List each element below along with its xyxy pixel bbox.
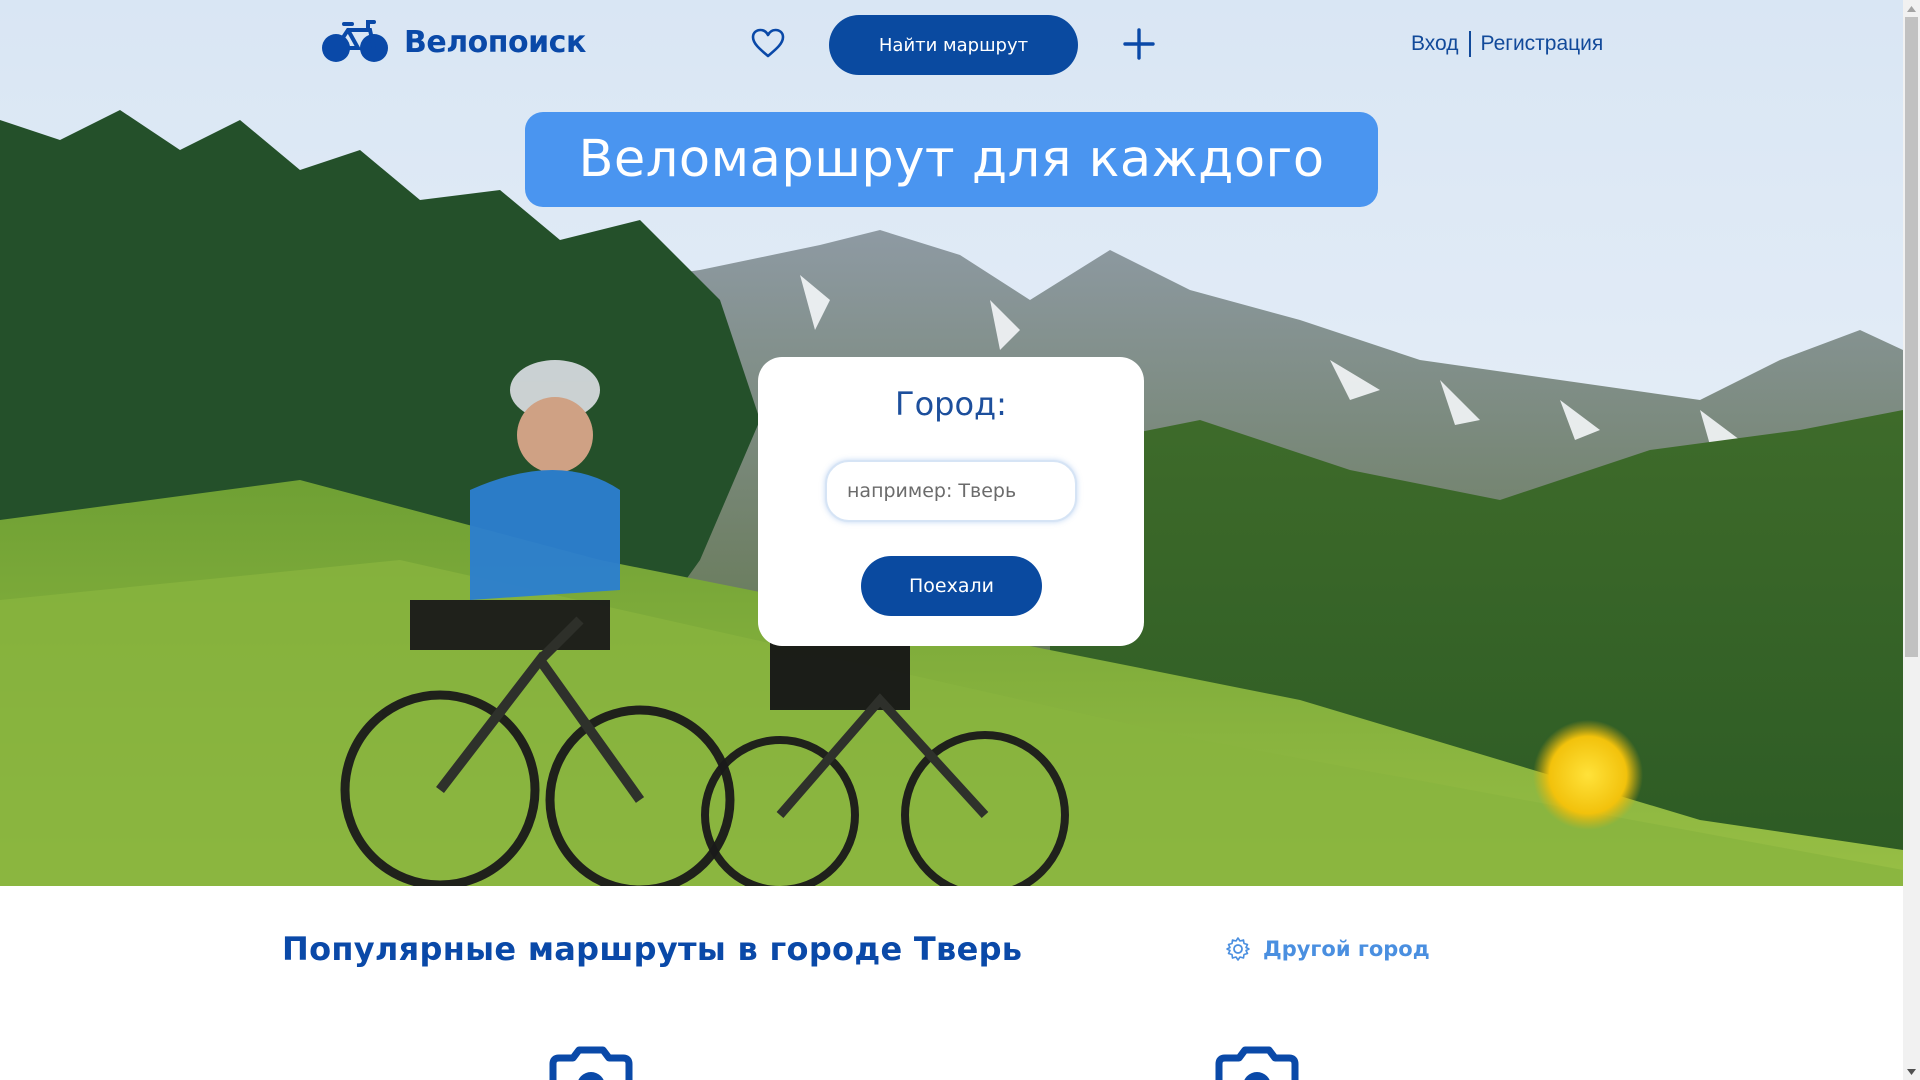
auth-divider — [1468, 31, 1471, 57]
logo-text: Велопоиск — [404, 24, 586, 60]
bicycle-logo-icon — [322, 20, 388, 62]
auth-links: Вход Регистрация — [1411, 31, 1603, 57]
gear-icon — [1226, 937, 1250, 961]
page: Велопоиск Найти маршрут Вход Регистрация… — [0, 0, 1903, 1080]
login-link[interactable]: Вход — [1411, 32, 1459, 56]
go-button[interactable]: Поехали — [861, 556, 1042, 616]
city-search-card: Город: Поехали — [758, 357, 1144, 646]
site-logo[interactable]: Велопоиск — [322, 20, 586, 64]
page-scrollbar[interactable] — [1903, 0, 1920, 1080]
other-city-label: Другой город — [1263, 937, 1430, 961]
scrollbar-thumb[interactable] — [1905, 17, 1918, 657]
find-route-button[interactable]: Найти маршрут — [829, 15, 1078, 75]
city-label: Город: — [895, 385, 1007, 423]
plus-icon[interactable] — [1123, 28, 1155, 60]
camera-icon — [549, 1046, 633, 1080]
site-header: Велопоиск Найти маршрут Вход Регистрация — [0, 0, 1903, 90]
scroll-down-arrow-icon[interactable] — [1903, 1063, 1920, 1080]
hero-title: Веломаршрут для каждого — [525, 112, 1378, 207]
scroll-up-arrow-icon[interactable] — [1903, 0, 1920, 17]
other-city-link[interactable]: Другой город — [1225, 936, 1430, 962]
popular-routes-title: Популярные маршруты в городе Тверь — [282, 930, 1023, 968]
heart-icon[interactable] — [751, 28, 785, 58]
camera-icon — [1215, 1046, 1299, 1080]
city-input[interactable] — [825, 460, 1077, 522]
register-link[interactable]: Регистрация — [1481, 32, 1604, 56]
